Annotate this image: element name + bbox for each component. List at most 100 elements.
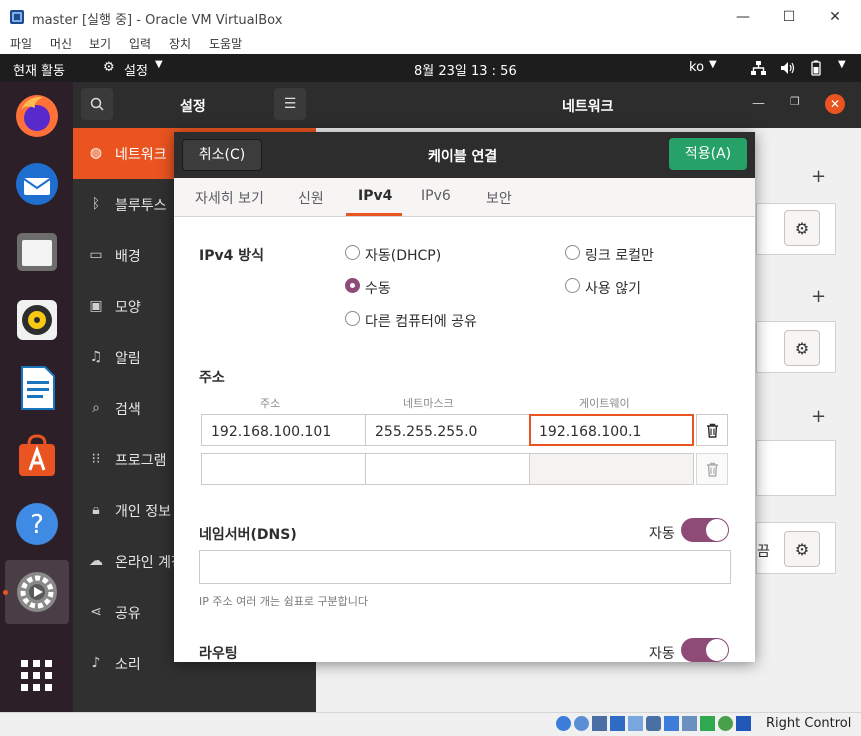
thunderbird-icon[interactable]	[13, 160, 61, 208]
minimize-icon[interactable]: —	[752, 96, 765, 111]
dns-input[interactable]	[199, 550, 731, 584]
close-window-button[interactable]: ✕	[812, 4, 858, 30]
help-icon[interactable]: ?	[13, 500, 61, 548]
tab-ipv4[interactable]: IPv4	[358, 188, 392, 204]
cpu-icon[interactable]	[700, 716, 715, 731]
ubuntu-dock: ?	[0, 82, 73, 712]
radio-disabled[interactable]	[565, 278, 580, 293]
close-button[interactable]: ✕	[825, 94, 845, 114]
virtualbox-statusbar: Right Control	[0, 712, 861, 736]
dns-label: 네임서버(DNS)	[199, 527, 297, 543]
active-tab-indicator	[346, 213, 402, 216]
routing-auto-toggle[interactable]	[681, 638, 729, 662]
tab-ipv6[interactable]: IPv6	[421, 188, 451, 204]
restore-icon[interactable]: ❐	[790, 95, 800, 108]
battery-icon[interactable]	[808, 60, 824, 76]
netmask-input[interactable]: 255.255.255.0	[365, 414, 530, 446]
dialog-header: 취소(C) 케이블 연결 적용(A)	[174, 132, 755, 178]
libreoffice-writer-icon[interactable]	[13, 364, 61, 412]
menu-file[interactable]: 파일	[10, 35, 32, 52]
connection-settings-button[interactable]: ⚙	[784, 210, 820, 246]
menu-machine[interactable]: 머신	[50, 35, 72, 52]
music-icon: ♪	[91, 655, 101, 671]
delete-address-button[interactable]	[696, 414, 728, 446]
files-icon[interactable]	[13, 228, 61, 276]
column-header-gateway: 게이트웨이	[579, 397, 630, 410]
cancel-button[interactable]: 취소(C)	[182, 139, 262, 171]
activities-button[interactable]: 현재 활동	[13, 60, 65, 79]
tab-identity[interactable]: 신원	[298, 188, 324, 208]
search-button[interactable]	[81, 88, 113, 120]
network-adapter-icon[interactable]	[610, 716, 625, 731]
clock[interactable]: 8월 23일 13 : 56	[414, 60, 517, 79]
hamburger-menu-button[interactable]: ☰	[274, 88, 306, 120]
radio-manual[interactable]	[345, 278, 360, 293]
vpn-settings-button[interactable]: ⚙	[784, 330, 820, 366]
gateway-input-empty[interactable]	[529, 453, 694, 485]
add-connection-icon[interactable]: +	[811, 166, 826, 187]
hard-disk-icon[interactable]	[556, 716, 571, 731]
menu-devices[interactable]: 장치	[169, 35, 191, 52]
address-input-empty[interactable]	[201, 453, 366, 485]
minimize-button[interactable]: —	[720, 4, 766, 30]
radio-dhcp[interactable]	[345, 245, 360, 260]
gateway-input[interactable]: 192.168.100.1	[529, 414, 694, 446]
address-input[interactable]: 192.168.100.101	[201, 414, 366, 446]
netmask-input-empty[interactable]	[365, 453, 530, 485]
maximize-icon: ☐	[782, 9, 796, 25]
chevron-down-icon: ▼	[155, 59, 163, 70]
share-icon: ⋖	[90, 604, 102, 620]
ubuntu-software-icon[interactable]	[13, 432, 61, 480]
radio-manual-label[interactable]: 수동	[365, 278, 391, 298]
app-menu-button[interactable]: 설정	[124, 60, 148, 79]
rhythmbox-icon[interactable]	[13, 296, 61, 344]
display-icon[interactable]	[664, 716, 679, 731]
network-panel-header: 네트워크 — ❐ ✕	[316, 82, 861, 128]
show-apps-icon[interactable]	[13, 652, 61, 700]
radio-link-local-label[interactable]: 링크 로컬만	[585, 245, 654, 265]
shared-folders-icon[interactable]	[646, 716, 661, 731]
dns-auto-toggle[interactable]	[681, 518, 729, 542]
menu-input[interactable]: 입력	[129, 35, 151, 52]
globe-icon: ◍	[89, 145, 103, 161]
tab-security[interactable]: 보안	[486, 188, 512, 208]
chevron-down-icon: ▼	[709, 59, 717, 70]
maximize-button[interactable]: ☐	[766, 4, 812, 30]
trash-icon	[706, 423, 718, 438]
routing-label: 라우팅	[199, 646, 238, 662]
add-proxy-icon[interactable]: +	[811, 406, 826, 427]
radio-link-local[interactable]	[565, 245, 580, 260]
volume-icon[interactable]	[780, 61, 795, 75]
lock-icon: 🔒︎	[92, 502, 100, 518]
address-section-title: 주소	[199, 370, 225, 386]
apply-button[interactable]: 적용(A)	[669, 138, 747, 170]
grid-icon: ⁝⁝	[91, 451, 101, 467]
gear-icon: ⚙	[794, 218, 810, 238]
firefox-icon[interactable]	[13, 92, 61, 140]
menu-view[interactable]: 보기	[89, 35, 111, 52]
dialog-title: 케이블 연결	[428, 149, 498, 165]
input-language[interactable]: ko	[689, 60, 704, 75]
sidebar-item-label: 개인 정보	[115, 504, 171, 520]
add-vpn-icon[interactable]: +	[811, 286, 826, 307]
virtualbox-menubar: 파일 머신 보기 입력 장치 도움말	[0, 34, 861, 54]
mouse-integration-icon[interactable]	[718, 716, 733, 731]
network-icon[interactable]	[751, 61, 766, 75]
chevron-down-icon[interactable]: ▼	[838, 59, 846, 70]
proxy-settings-button[interactable]: ⚙	[784, 531, 820, 567]
menu-help[interactable]: 도움말	[209, 35, 242, 52]
tab-details[interactable]: 자세히 보기	[195, 188, 264, 208]
settings-icon[interactable]	[13, 568, 61, 616]
optical-drive-icon[interactable]	[574, 716, 589, 731]
search-icon: ⌕	[92, 400, 100, 416]
radio-shared-label[interactable]: 다른 컴퓨터에 공유	[365, 311, 477, 331]
radio-dhcp-label[interactable]: 자동(DHCP)	[365, 245, 441, 265]
usb-icon[interactable]	[628, 716, 643, 731]
recording-icon[interactable]	[682, 716, 697, 731]
audio-icon[interactable]	[592, 716, 607, 731]
gnome-topbar: 현재 활동 ⚙ 설정 ▼ 8월 23일 13 : 56 ko ▼ ▼	[0, 54, 861, 82]
radio-disabled-label[interactable]: 사용 않기	[585, 278, 641, 298]
window-title: master [실행 중] - Oracle VM VirtualBox	[32, 13, 283, 28]
virtualbox-icon	[10, 10, 24, 24]
radio-shared[interactable]	[345, 311, 360, 326]
